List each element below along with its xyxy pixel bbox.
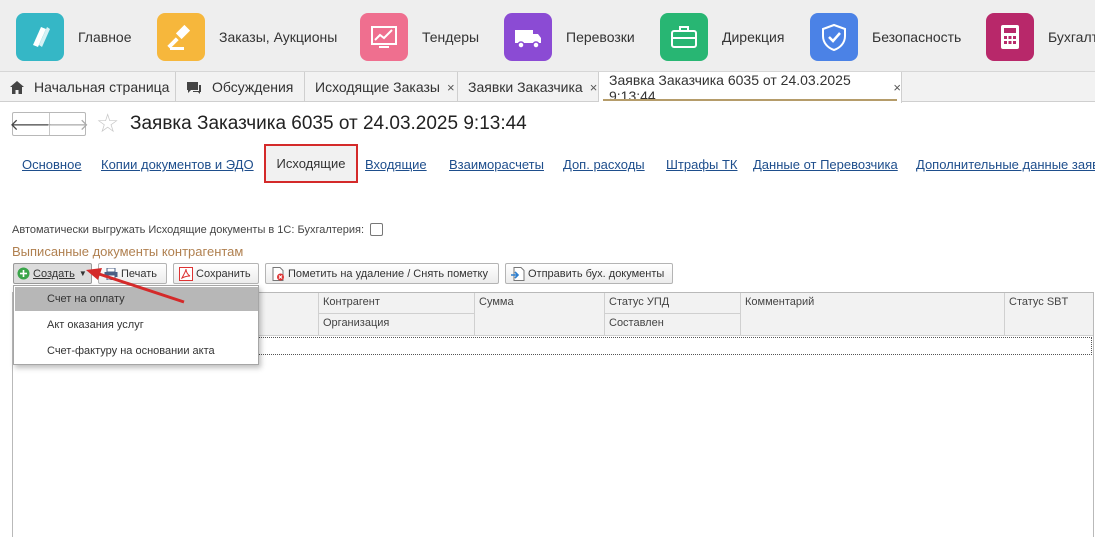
close-icon[interactable]: ×: [590, 80, 598, 95]
add-circle-icon: [17, 267, 30, 280]
print-button[interactable]: Печать: [98, 263, 167, 284]
menu-item-act-invoice[interactable]: Счет-фактуру на основании акта: [15, 339, 258, 363]
delete-mark-icon: [272, 266, 284, 281]
column-header-sum[interactable]: Сумма: [475, 293, 605, 336]
column-header-upd-status-sub[interactable]: Составлен: [605, 314, 741, 336]
truck-icon: [504, 13, 552, 61]
print-button-label: Печать: [121, 267, 158, 280]
home-icon: [10, 80, 24, 94]
send-document-icon: [511, 266, 525, 281]
briefcase-icon: [660, 13, 708, 61]
section-tenders[interactable]: Тендеры: [360, 12, 479, 62]
tab-incoming[interactable]: Входящие: [365, 157, 427, 172]
column-header-counterparty[interactable]: Контрагент: [319, 293, 475, 314]
send-documents-button[interactable]: Отправить бух. документы: [505, 263, 673, 284]
auto-export-row: Автоматически выгружать Исходящие докуме…: [12, 223, 384, 236]
group-title: Выписанные документы контрагентам: [12, 244, 244, 259]
main-section-icon: [16, 13, 64, 61]
window-tab-discussions[interactable]: Обсуждения: [176, 72, 305, 102]
auto-export-checkbox[interactable]: [370, 223, 384, 236]
close-icon[interactable]: ×: [447, 80, 455, 95]
window-tab-home[interactable]: Начальная страница: [0, 72, 176, 102]
create-menu: Счет на оплату Акт оказания услуг Счет-ф…: [13, 285, 259, 365]
page-title: Заявка Заказчика 6035 от 24.03.2025 9:13…: [130, 113, 527, 134]
shield-icon: [810, 13, 858, 61]
window-tab-label: Начальная страница: [34, 79, 170, 95]
mark-delete-label: Пометить на удаление / Снять пометку: [288, 267, 488, 280]
open-windows-bar: Начальная страница Обсуждения Исходящие …: [0, 71, 1095, 104]
tab-additional-data[interactable]: Дополнительные данные заяв: [916, 157, 1095, 172]
tab-main[interactable]: Основное: [22, 157, 82, 172]
section-label: Тендеры: [422, 29, 480, 45]
column-header-sbt-status[interactable]: Статус SBT: [1005, 293, 1093, 336]
tab-carrier-data[interactable]: Данные от Перевозчика: [753, 157, 898, 172]
chat-icon: [187, 81, 201, 94]
calculator-icon: [986, 13, 1034, 61]
tab-settlements[interactable]: Взаиморасчеты: [449, 157, 544, 172]
menu-item-service-act[interactable]: Акт оказания услуг: [15, 313, 258, 337]
section-security[interactable]: Безопасность: [810, 12, 961, 62]
tab-extra-costs[interactable]: Доп. расходы: [563, 157, 645, 172]
column-header-organization[interactable]: Организация: [319, 314, 475, 336]
menu-item-invoice[interactable]: Счет на оплату: [15, 287, 258, 311]
section-label: Главное: [78, 29, 132, 45]
column-header-comment[interactable]: Комментарий: [741, 293, 1005, 336]
column-header-upd-status[interactable]: Статус УПД: [605, 293, 741, 314]
mark-delete-button[interactable]: Пометить на удаление / Снять пометку: [265, 263, 499, 284]
tab-document-copies[interactable]: Копии документов и ЭДО: [101, 157, 254, 172]
section-transport[interactable]: Перевозки: [504, 12, 635, 62]
section-main[interactable]: Главное: [16, 12, 132, 62]
window-tab-label: Обсуждения: [212, 79, 294, 95]
save-button-label: Сохранить: [196, 267, 251, 280]
send-documents-label: Отправить бух. документы: [528, 267, 665, 280]
favorite-star-icon[interactable]: ☆: [96, 110, 119, 136]
section-orders[interactable]: Заказы, Аукционы: [157, 12, 337, 62]
chart-monitor-icon: [360, 13, 408, 61]
chevron-down-icon: ▼: [78, 269, 87, 278]
section-label: Перевозки: [566, 29, 635, 45]
auto-export-label: Автоматически выгружать Исходящие докуме…: [12, 223, 365, 236]
window-tab-label: Заявка Заказчика 6035 от 24.03.2025 9:13…: [609, 71, 851, 104]
create-button[interactable]: Создать ▼: [13, 263, 92, 284]
window-tab-current-request[interactable]: Заявка Заказчика 6035 от 24.03.2025 9:13…: [599, 71, 902, 104]
window-tab-label: Исходящие Заказы: [315, 79, 440, 95]
close-icon[interactable]: ×: [893, 80, 901, 95]
section-label: Бухгалт: [1048, 29, 1095, 45]
section-label: Дирекция: [722, 29, 785, 45]
section-label: Заказы, Аукционы: [219, 29, 338, 45]
tab-outgoing[interactable]: Исходящие: [264, 144, 358, 183]
history-nav: 🡐 🡒: [10, 112, 89, 136]
save-button[interactable]: Сохранить: [173, 263, 259, 284]
window-tab-label: Заявки Заказчика: [468, 79, 583, 95]
section-panel: Главное Заказы, Аукционы Тендеры Перевоз…: [0, 0, 1095, 72]
gavel-icon: [157, 13, 205, 61]
tab-penalties[interactable]: Штрафы ТК: [666, 157, 738, 172]
section-directorate[interactable]: Дирекция: [660, 12, 784, 62]
printer-icon: [104, 267, 118, 280]
forward-button[interactable]: 🡒: [46, 113, 89, 135]
window-tab-outgoing-orders[interactable]: Исходящие Заказы ×: [305, 72, 458, 102]
section-accounting[interactable]: Бухгалт: [986, 12, 1095, 62]
back-button[interactable]: 🡐: [10, 113, 53, 135]
pdf-icon: [179, 266, 193, 281]
window-tab-customer-requests[interactable]: Заявки Заказчика ×: [458, 72, 599, 102]
section-label: Безопасность: [872, 29, 962, 45]
create-button-label: Создать: [33, 267, 75, 280]
